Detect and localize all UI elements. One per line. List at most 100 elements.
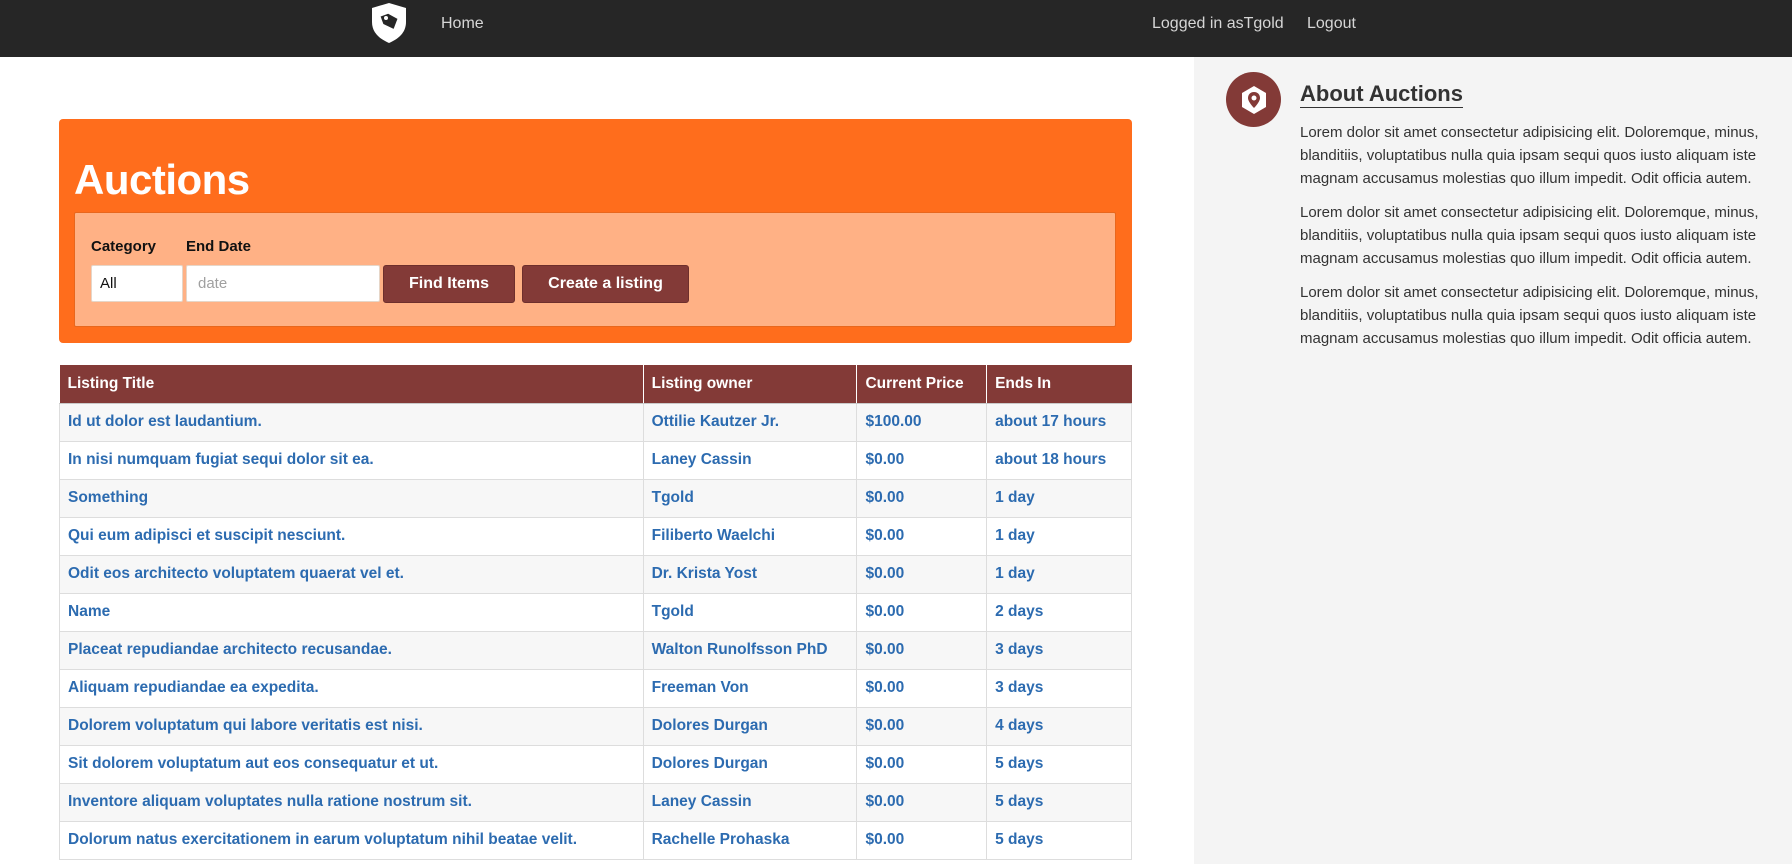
current-price-link[interactable]: $0.00 (865, 489, 904, 506)
ends-in-link[interactable]: 3 days (995, 641, 1043, 658)
about-paragraph: Lorem dolor sit amet consectetur adipisi… (1300, 124, 1759, 187)
listing-owner-link[interactable]: Freeman Von (652, 679, 749, 696)
table-row[interactable]: Something Tgold $0.00 1 day (59, 478, 1132, 518)
top-navbar: Home Logged in asTgold Logout (0, 0, 1792, 57)
table-cell: 1 day (986, 554, 1132, 594)
table-row[interactable]: Qui eum adipisci et suscipit nesciunt. Fi… (59, 516, 1132, 556)
table-cell: 5 days (986, 820, 1132, 860)
listing-owner-link[interactable]: Walton Runolfsson PhD (652, 641, 828, 658)
table-cell: $0.00 (856, 554, 988, 594)
listing-owner-link[interactable]: Dolores Durgan (652, 755, 768, 772)
current-price-link[interactable]: $0.00 (865, 527, 904, 544)
table-cell: Id ut dolor est laudantium. (59, 402, 644, 442)
table-cell: Ottilie Kautzer Jr. (642, 402, 858, 442)
listing-title-link[interactable]: Inventore aliquam voluptates nulla ratio… (68, 793, 472, 810)
listing-owner-link[interactable]: Tgold (652, 489, 694, 506)
current-price-link[interactable]: $0.00 (865, 793, 904, 810)
table-row[interactable]: Inventore aliquam voluptates nulla ratio… (59, 782, 1132, 822)
ends-in-link[interactable]: about 18 hours (995, 451, 1106, 468)
end-date-input[interactable] (186, 265, 380, 302)
shield-tag-icon[interactable] (369, 2, 409, 44)
listing-title-link[interactable]: Qui eum adipisci et suscipit nesciunt. (68, 527, 345, 544)
table-row[interactable]: Aliquam repudiandae ea expedita. Freeman … (59, 668, 1132, 708)
table-cell: $0.00 (856, 478, 988, 518)
current-price-link[interactable]: $0.00 (865, 603, 904, 620)
listing-title-link[interactable]: Odit eos architecto voluptatem quaerat v… (68, 565, 404, 582)
ends-in-link[interactable]: 5 days (995, 793, 1043, 810)
table-row[interactable]: Dolorum natus exercitationem in earum vo… (59, 820, 1132, 860)
table-row[interactable]: In nisi numquam fugiat sequi dolor sit e… (59, 440, 1132, 480)
listing-title-link[interactable]: Sit dolorem voluptatum aut eos consequat… (68, 755, 438, 772)
table-row[interactable]: Id ut dolor est laudantium. Ottilie Kautz… (59, 402, 1132, 442)
table-cell: $0.00 (856, 782, 988, 822)
ends-in-link[interactable]: 3 days (995, 679, 1043, 696)
ends-in-link[interactable]: 1 day (995, 489, 1035, 506)
table-row[interactable]: Odit eos architecto voluptatem quaerat v… (59, 554, 1132, 594)
table-cell: Placeat repudiandae architecto recusanda… (59, 630, 644, 670)
logged-in-user-link[interactable]: Logged in asTgold (1152, 15, 1284, 33)
table-cell: $0.00 (856, 744, 988, 784)
auctions-hero: Auctions Category End Date All Find Item… (59, 119, 1132, 343)
ends-in-link[interactable]: about 17 hours (995, 413, 1106, 430)
current-price-link[interactable]: $0.00 (865, 565, 904, 582)
table-row[interactable]: Sit dolorem voluptatum aut eos consequat… (59, 744, 1132, 784)
listing-owner-link[interactable]: Laney Cassin (652, 793, 752, 810)
current-price-link[interactable]: $0.00 (865, 717, 904, 734)
category-label: Category (91, 238, 157, 255)
ends-in-link[interactable]: 1 day (995, 565, 1035, 582)
current-price-link[interactable]: $0.00 (865, 755, 904, 772)
current-price-link[interactable]: $0.00 (865, 831, 904, 848)
table-cell: Name (59, 592, 644, 632)
table-cell: 5 days (986, 744, 1132, 784)
table-cell: Odit eos architecto voluptatem quaerat v… (59, 554, 644, 594)
table-cell: about 17 hours (986, 402, 1132, 442)
listing-owner-link[interactable]: Dr. Krista Yost (652, 565, 757, 582)
table-row[interactable]: Dolorem voluptatum qui labore veritatis … (59, 706, 1132, 746)
current-price-link[interactable]: $0.00 (865, 679, 904, 696)
table-cell: Freeman Von (642, 668, 858, 708)
nav-home-link[interactable]: Home (441, 15, 484, 33)
listing-title-link[interactable]: Dolorem voluptatum qui labore veritatis … (68, 717, 423, 734)
about-paragraph: Lorem dolor sit amet consectetur adipisi… (1300, 204, 1759, 267)
listing-title-link[interactable]: Something (68, 489, 148, 506)
ends-in-link[interactable]: 5 days (995, 831, 1043, 848)
table-cell: $0.00 (856, 820, 988, 860)
table-cell: 4 days (986, 706, 1132, 746)
about-title: About Auctions (1300, 81, 1463, 108)
ends-in-link[interactable]: 2 days (995, 603, 1043, 620)
page-title: Auctions (74, 156, 250, 203)
ends-in-link[interactable]: 5 days (995, 755, 1043, 772)
table-cell: 5 days (986, 782, 1132, 822)
listing-title-link[interactable]: Id ut dolor est laudantium. (68, 413, 262, 430)
table-cell: Aliquam repudiandae ea expedita. (59, 668, 644, 708)
listing-owner-link[interactable]: Ottilie Kautzer Jr. (652, 413, 779, 430)
table-cell: Filiberto Waelchi (642, 516, 858, 556)
find-items-button[interactable]: Find Items (383, 265, 515, 303)
table-row[interactable]: Placeat repudiandae architecto recusanda… (59, 630, 1132, 670)
table-cell: Dolorum natus exercitationem in earum vo… (59, 820, 644, 860)
ends-in-link[interactable]: 4 days (995, 717, 1043, 734)
table-header-row: Listing Title Listing owner Current Pric… (59, 365, 1132, 404)
listing-title-link[interactable]: Aliquam repudiandae ea expedita. (68, 679, 319, 696)
listing-title-link[interactable]: Dolorum natus exercitationem in earum vo… (68, 831, 577, 848)
listing-owner-link[interactable]: Dolores Durgan (652, 717, 768, 734)
listings-table: Listing Title Listing owner Current Pric… (59, 365, 1132, 860)
create-listing-button[interactable]: Create a listing (522, 265, 689, 303)
listing-owner-link[interactable]: Tgold (652, 603, 694, 620)
listing-owner-link[interactable]: Laney Cassin (652, 451, 752, 468)
table-cell: 3 days (986, 668, 1132, 708)
current-price-link[interactable]: $100.00 (865, 413, 921, 430)
table-row[interactable]: Name Tgold $0.00 2 days (59, 592, 1132, 632)
listing-owner-link[interactable]: Filiberto Waelchi (652, 527, 775, 544)
logout-link[interactable]: Logout (1307, 15, 1356, 33)
listing-title-link[interactable]: In nisi numquam fugiat sequi dolor sit e… (68, 451, 374, 468)
current-price-link[interactable]: $0.00 (865, 451, 904, 468)
header-ends-in: Ends In (986, 365, 1132, 404)
listing-title-link[interactable]: Placeat repudiandae architecto recusanda… (68, 641, 392, 658)
listing-owner-link[interactable]: Rachelle Prohaska (652, 831, 790, 848)
listing-title-link[interactable]: Name (68, 603, 110, 620)
category-select[interactable]: All (91, 265, 183, 302)
table-cell: $100.00 (856, 402, 988, 442)
ends-in-link[interactable]: 1 day (995, 527, 1035, 544)
current-price-link[interactable]: $0.00 (865, 641, 904, 658)
